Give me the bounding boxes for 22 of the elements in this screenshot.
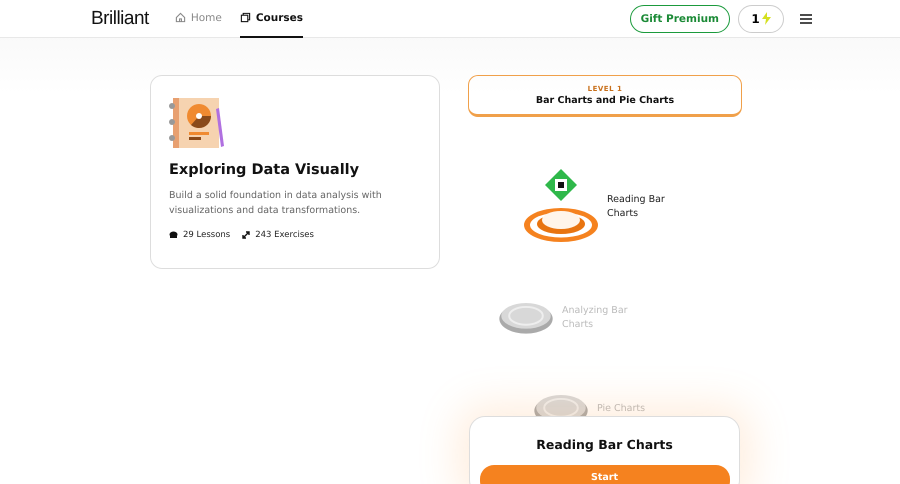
disc-node-icon[interactable]	[498, 301, 554, 335]
arrows-icon	[242, 231, 250, 239]
streak-counter[interactable]: 1	[738, 4, 784, 32]
course-description: Build a solid foundation in data analysis with visualizations and data transformations.	[169, 189, 383, 218]
ring-node-with-marker-icon[interactable]	[523, 169, 599, 245]
popup-title: Reading Bar Charts	[536, 437, 673, 452]
level-title: Bar Charts and Pie Charts	[536, 94, 674, 106]
nav-tab[interactable]: Home	[174, 0, 222, 38]
lesson-title: Reading Bar Charts	[607, 193, 666, 221]
book-icon	[240, 12, 251, 23]
course-card[interactable]: Exploring Data Visually Build a solid foundation in data analysis with visualizations and data transformations. 29 Lessons 243 Exercises	[150, 75, 440, 269]
gift-premium-button[interactable]: Gift Premium	[630, 4, 730, 32]
stack-icon	[169, 231, 178, 239]
exercises-count: 243 Exercises	[242, 230, 314, 240]
house-icon	[174, 12, 186, 23]
lesson-title: Analyzing Bar Charts	[562, 304, 629, 332]
lightning-icon	[762, 12, 771, 25]
menu-icon[interactable]	[800, 14, 812, 24]
lesson-title: Pie Charts	[597, 402, 646, 416]
brilliant-logo[interactable]: Brilliant	[91, 8, 149, 30]
lessons-count: 29 Lessons	[169, 230, 230, 240]
course-title: Exploring Data Visually	[169, 162, 360, 178]
